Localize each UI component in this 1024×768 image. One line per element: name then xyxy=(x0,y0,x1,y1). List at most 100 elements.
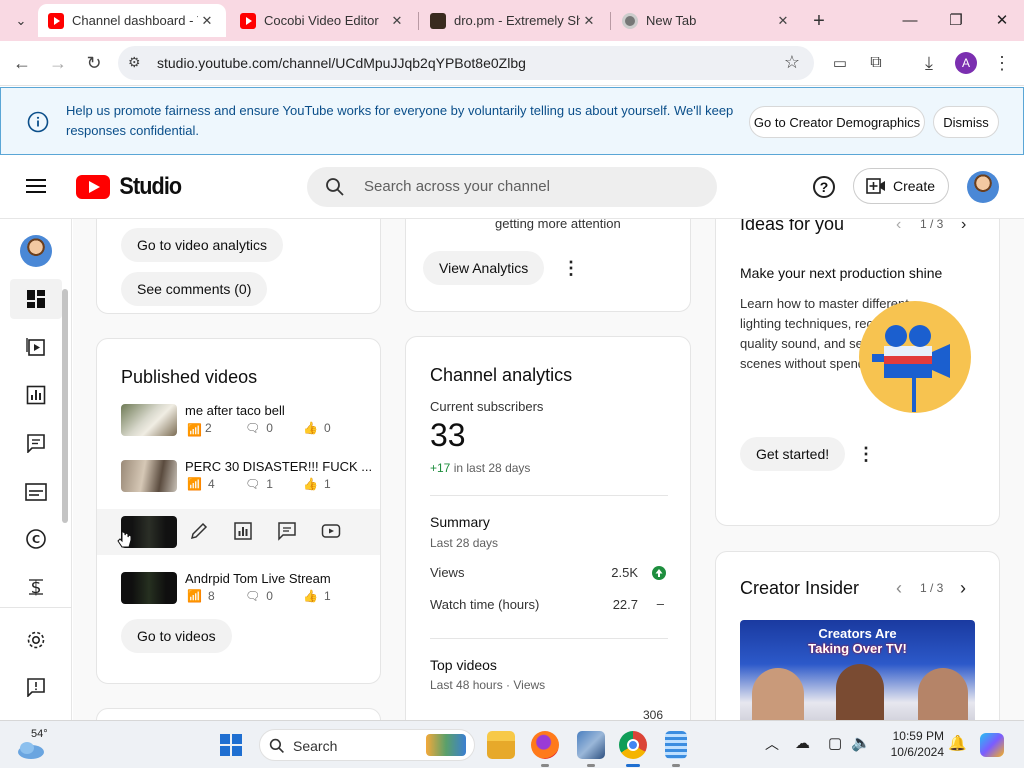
summary-row-watch-time[interactable]: Watch time (hours) 22.7 – xyxy=(430,596,666,612)
sidebar-item-feedback[interactable] xyxy=(16,667,56,707)
tab-title: Channel dashboard - YouTube Studio xyxy=(72,13,198,28)
close-icon[interactable]: ✕ xyxy=(198,13,216,29)
video-analytics-button[interactable] xyxy=(233,521,255,543)
tab-new-tab[interactable]: New Tab ✕ xyxy=(612,4,802,37)
view-analytics-button[interactable]: View Analytics xyxy=(423,251,545,285)
list-item[interactable]: Andrpid Tom Live Stream 📶 8 🗨 0 👍 1 xyxy=(97,569,380,609)
chevron-left-icon[interactable]: ‹ xyxy=(896,219,901,234)
cast-button[interactable]: ▭ xyxy=(826,49,854,77)
see-comments-button[interactable]: See comments (0) xyxy=(121,272,268,306)
restore-button[interactable]: ❐ xyxy=(936,6,976,34)
running-indicator xyxy=(541,764,549,767)
sidebar-item-comments[interactable] xyxy=(16,423,56,463)
thumbnail-line2: Taking Over TV! xyxy=(808,641,907,656)
watch-on-youtube-button[interactable] xyxy=(321,521,343,543)
channel-avatar[interactable] xyxy=(20,235,52,267)
ideas-headline: Make your next production shine xyxy=(740,265,943,281)
forward-button[interactable]: → xyxy=(44,49,72,77)
network-off-icon[interactable]: ☁ xyxy=(795,734,810,752)
youtube-icon xyxy=(240,12,256,29)
sidebar-item-copyright[interactable]: C xyxy=(16,519,56,559)
taskbar-search[interactable]: Search xyxy=(259,729,475,761)
volume-icon[interactable]: 🔈 xyxy=(851,733,871,753)
running-indicator xyxy=(587,764,595,767)
profile-avatar[interactable]: A xyxy=(955,52,977,74)
tab-channel-dashboard[interactable]: Channel dashboard - YouTube Studio ✕ xyxy=(38,4,226,37)
back-button[interactable]: ← xyxy=(8,49,36,77)
chevron-up-icon[interactable]: ︿ xyxy=(765,734,779,754)
chevron-left-icon[interactable]: ‹ xyxy=(896,578,902,599)
menu-button[interactable] xyxy=(26,177,48,195)
site-settings-icon[interactable]: ⚙ xyxy=(128,54,141,71)
help-button[interactable]: ? xyxy=(813,176,835,198)
sidebar-item-dashboard[interactable] xyxy=(10,279,62,319)
sidebar-item-subtitles[interactable] xyxy=(16,472,56,512)
arrow-right-icon: → xyxy=(49,52,67,73)
star-icon[interactable]: ☆ xyxy=(784,52,800,73)
list-item[interactable] xyxy=(97,509,380,555)
dismiss-button[interactable]: Dismiss xyxy=(933,106,999,138)
notepad-icon[interactable] xyxy=(665,731,687,759)
chevron-down-icon: ⌄ xyxy=(15,13,27,28)
downloads-button[interactable]: ⤓ xyxy=(915,49,943,77)
close-icon[interactable]: ✕ xyxy=(580,13,598,29)
new-tab-button[interactable]: + xyxy=(806,8,832,34)
list-item[interactable]: PERC 30 DISASTER!!! FUCK ... 📶 4 🗨 1 👍 1 xyxy=(97,457,380,497)
weather-temp: 54° xyxy=(31,728,48,740)
tab-search-button[interactable]: ⌄ xyxy=(8,8,34,34)
search-highlight-icon xyxy=(426,734,466,756)
video-comments-button[interactable] xyxy=(277,521,299,543)
account-avatar[interactable] xyxy=(967,171,999,203)
minimize-button[interactable]: — xyxy=(890,6,930,34)
channel-search[interactable]: Search across your channel xyxy=(307,167,717,207)
tab-title: New Tab xyxy=(646,13,697,28)
sidebar-item-content[interactable] xyxy=(16,327,56,367)
extensions-button[interactable]: ⧉ xyxy=(862,49,890,77)
file-explorer-icon[interactable] xyxy=(487,731,515,759)
channel-analytics-card: Channel analytics Current subscribers 33… xyxy=(405,336,691,720)
tab-dro[interactable]: dro.pm - Extremely Short URLs ✕ xyxy=(420,4,608,37)
video-title: PERC 30 DISASTER!!! FUCK ... xyxy=(185,459,373,474)
close-window-button[interactable]: ✕ xyxy=(982,6,1022,34)
summary-row-views[interactable]: Views 2.5K xyxy=(430,565,666,580)
remote-desktop-icon[interactable] xyxy=(577,731,605,759)
content-icon xyxy=(26,338,45,356)
copilot-icon[interactable] xyxy=(980,733,1004,757)
views-stat: 📶 4 xyxy=(187,477,215,491)
feedback-icon xyxy=(27,678,45,697)
go-to-videos-button[interactable]: Go to videos xyxy=(121,619,232,653)
chrome-menu-button[interactable]: ⋮ xyxy=(988,49,1016,77)
chevron-right-icon[interactable]: › xyxy=(961,219,966,234)
create-button[interactable]: Create xyxy=(853,168,949,204)
creator-demographics-button[interactable]: Go to Creator Demographics xyxy=(749,106,925,138)
get-started-button[interactable]: Get started! xyxy=(740,437,846,471)
clock[interactable]: 10:59 PM 10/6/2024 xyxy=(880,729,944,759)
puzzle-icon: ⧉ xyxy=(870,54,882,71)
firefox-icon[interactable] xyxy=(531,731,559,759)
sidebar-scrollbar[interactable] xyxy=(62,289,68,523)
studio-logo[interactable]: Studio xyxy=(76,172,185,202)
gear-icon xyxy=(27,631,45,649)
more-vert-icon[interactable]: ⋮ xyxy=(561,258,581,278)
video-thumbnail[interactable]: Creators Are Taking Over TV! xyxy=(740,620,975,720)
close-icon[interactable]: ✕ xyxy=(774,13,792,29)
close-icon[interactable]: ✕ xyxy=(388,13,406,29)
start-button[interactable] xyxy=(219,733,243,757)
edit-details-button[interactable] xyxy=(189,521,211,543)
weather-widget[interactable]: 54° xyxy=(16,727,66,763)
display-icon[interactable]: ▢ xyxy=(828,734,842,752)
chevron-right-icon[interactable]: › xyxy=(960,578,966,599)
notification-bell-icon[interactable]: 🔔 xyxy=(948,734,967,752)
sidebar-item-settings[interactable] xyxy=(16,620,56,660)
list-item[interactable]: me after taco bell 📶 2 🗨 0 👍 0 xyxy=(97,401,380,441)
chrome-icon[interactable] xyxy=(619,731,647,759)
address-bar[interactable]: ⚙ studio.youtube.com/channel/UCdMpuJJqb2… xyxy=(118,46,814,80)
more-vert-icon[interactable]: ⋮ xyxy=(856,444,876,464)
active-indicator xyxy=(626,764,640,767)
reload-button[interactable]: ↻ xyxy=(80,49,108,77)
go-to-video-analytics-button[interactable]: Go to video analytics xyxy=(121,228,283,262)
search-input[interactable]: Search across your channel xyxy=(364,178,550,195)
tab-cocobi[interactable]: Cocobi Video Editor ✕ xyxy=(230,4,416,37)
sidebar-item-analytics[interactable] xyxy=(16,375,56,415)
sidebar-item-earn[interactable]: $ xyxy=(16,567,56,607)
